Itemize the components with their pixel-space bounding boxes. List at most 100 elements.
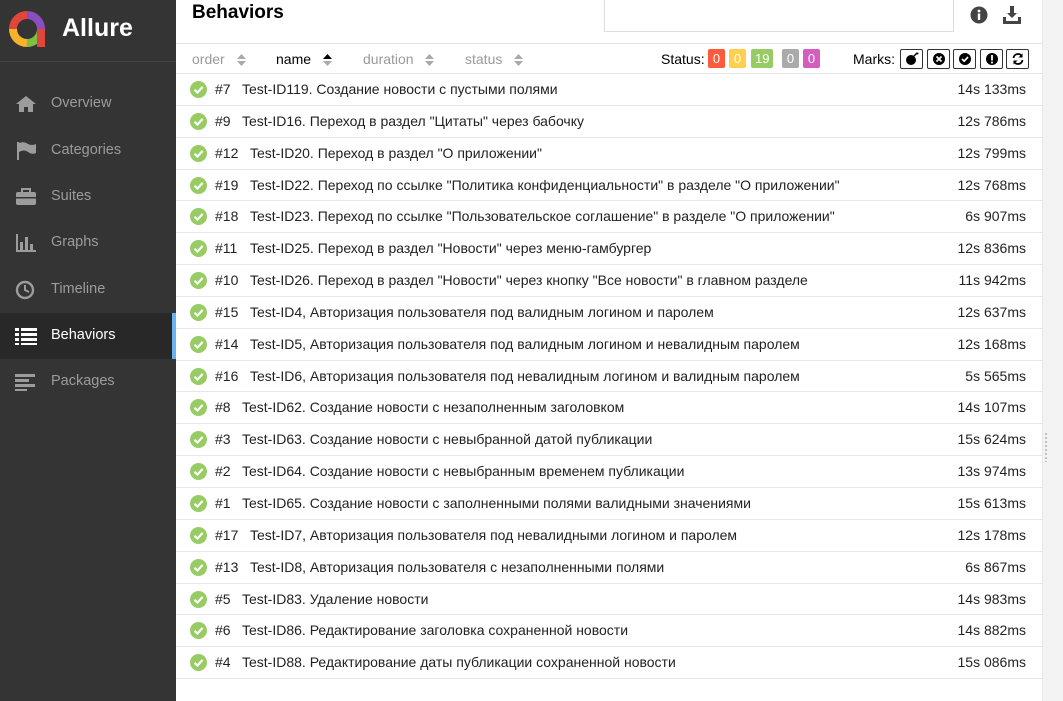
sidebar-item-graphs[interactable]: Graphs (0, 220, 176, 266)
brand[interactable]: Allure (0, 0, 176, 62)
passed-icon (190, 558, 207, 576)
sidebar-item-categories[interactable]: Categories (0, 128, 176, 174)
new-broken-icon (986, 53, 998, 65)
test-row[interactable]: #4 Test-ID88. Редактирование даты публика… (176, 647, 1042, 680)
test-row[interactable]: #13 Test-ID8, Авторизация пользователя с … (176, 552, 1042, 584)
allure-report-app: Allure Overview Categories Suites Graphs… (0, 0, 1063, 701)
status-failed-badge[interactable]: 0 (708, 49, 725, 68)
test-duration: 15s 613ms (957, 494, 1026, 511)
splitter-rail (1042, 0, 1063, 701)
test-duration: 12s 836ms (957, 240, 1026, 257)
passed-icon (190, 367, 207, 385)
test-duration: 14s 882ms (957, 622, 1026, 639)
mark-new-broken-button[interactable] (980, 49, 1003, 69)
passed-icon (190, 463, 207, 481)
sidebar-item-overview[interactable]: Overview (0, 81, 176, 127)
test-order-number: #12 (215, 144, 239, 161)
sort-by-status[interactable]: status (465, 51, 524, 67)
mark-new-passed-button[interactable] (953, 49, 976, 69)
sort-by-duration[interactable]: duration (363, 51, 435, 67)
test-order-number: #8 (215, 399, 231, 416)
info-icon[interactable] (970, 6, 988, 24)
passed-icon (190, 176, 207, 194)
passed-icon (190, 144, 207, 162)
test-order-number: #9 (215, 112, 231, 129)
sidebar-item-label: Timeline (51, 281, 106, 297)
test-row[interactable]: #7 Test-ID119. Создание новости с пустыми… (176, 74, 1042, 106)
test-row[interactable]: #9 Test-ID16. Переход в раздел "Цитаты" ч… (176, 106, 1042, 138)
align-left-icon (15, 374, 35, 391)
status-unknown-badge[interactable]: 0 (803, 49, 820, 68)
status-skipped-badge[interactable]: 0 (782, 49, 799, 68)
sort-label: duration (363, 51, 414, 67)
app-title: Allure (62, 14, 133, 42)
passed-icon (190, 590, 207, 608)
test-name: Test-ID26. Переход в раздел "Новости" че… (250, 272, 808, 289)
sidebar: Allure Overview Categories Suites Graphs… (0, 0, 176, 701)
test-row[interactable]: #2 Test-ID64. Создание новости с невыбран… (176, 456, 1042, 488)
test-name: Test-ID16. Переход в раздел "Цитаты" чер… (242, 112, 585, 129)
test-row[interactable]: #17 Test-ID7, Авторизация пользователя по… (176, 520, 1042, 552)
test-duration: 14s 133ms (957, 81, 1026, 97)
marks-filter-label: Marks: (853, 51, 895, 67)
test-row[interactable]: #6 Test-ID86. Редактирование заголовка со… (176, 615, 1042, 648)
status-passed-badge[interactable]: 19 (751, 49, 774, 68)
test-row[interactable]: #10 Test-ID26. Переход в раздел "Новости"… (176, 265, 1042, 297)
mark-flaky-button[interactable] (900, 49, 923, 69)
passed-icon (190, 272, 207, 290)
test-row[interactable]: #5 Test-ID83. Удаление новости 14s 983ms (176, 584, 1042, 616)
test-row[interactable]: #15 Test-ID4, Авторизация пользователя по… (176, 297, 1042, 329)
test-row[interactable]: #3 Test-ID63. Создание новости с невыбран… (176, 424, 1042, 457)
test-row[interactable]: #1 Test-ID65. Создание новости с заполнен… (176, 488, 1042, 520)
test-name: Test-ID6, Авторизация пользователя под н… (250, 367, 800, 384)
test-row[interactable]: #16 Test-ID6, Авторизация пользователя по… (176, 361, 1042, 393)
sort-by-order[interactable]: order (192, 51, 246, 67)
test-duration: 11s 942ms (958, 272, 1026, 289)
test-duration: 12s 637ms (957, 303, 1026, 320)
test-duration: 14s 983ms (957, 590, 1026, 607)
test-row[interactable]: #18 Test-ID23. Переход по ссылке "Пользов… (176, 201, 1042, 234)
test-name: Test-ID8, Авторизация пользователя с нез… (250, 558, 665, 575)
download-icon[interactable] (1002, 5, 1022, 25)
mark-new-failed-button[interactable] (927, 49, 950, 69)
test-duration: 12s 799ms (957, 144, 1026, 161)
sidebar-item-label: Behaviors (51, 327, 116, 343)
mark-retries-button[interactable] (1006, 49, 1029, 69)
pane-resize-handle[interactable] (1044, 432, 1048, 462)
sidebar-item-packages[interactable]: Packages (0, 359, 176, 405)
test-duration: 12s 786ms (957, 112, 1026, 129)
status-broken-badge[interactable]: 0 (729, 49, 746, 68)
test-order-number: #6 (215, 622, 231, 639)
page-title: Behaviors (192, 2, 284, 23)
sidebar-item-label: Packages (51, 373, 115, 389)
test-name: Test-ID83. Удаление новости (242, 590, 429, 607)
new-passed-icon (959, 53, 971, 65)
test-name: Test-ID25. Переход в раздел "Новости" че… (250, 240, 652, 257)
test-row[interactable]: #19 Test-ID22. Переход по ссылке "Политик… (176, 170, 1042, 202)
status-filter-label: Status: (661, 51, 705, 67)
sidebar-item-suites[interactable]: Suites (0, 174, 176, 220)
new-failed-icon (933, 53, 945, 65)
sort-icon (236, 54, 246, 66)
passed-icon (190, 431, 207, 449)
test-order-number: #14 (215, 335, 239, 352)
test-order-number: #15 (215, 303, 239, 320)
sidebar-item-label: Categories (51, 142, 122, 158)
sidebar-item-timeline[interactable]: Timeline (0, 267, 176, 313)
sidebar-item-label: Suites (51, 188, 92, 204)
test-row[interactable]: #8 Test-ID62. Создание новости с незаполн… (176, 392, 1042, 425)
test-order-number: #4 (215, 654, 231, 671)
test-row[interactable]: #14 Test-ID5, Авторизация пользователя по… (176, 329, 1042, 361)
passed-icon (190, 399, 207, 417)
test-order-number: #7 (215, 81, 231, 97)
search-input[interactable] (604, 0, 954, 32)
test-duration: 12s 768ms (957, 176, 1026, 193)
bar-chart-icon (16, 234, 36, 252)
test-duration: 15s 624ms (957, 431, 1026, 448)
main-pane: Behaviors order name duration status Sta… (176, 0, 1042, 701)
sidebar-item-behaviors[interactable]: Behaviors (0, 313, 176, 359)
test-row[interactable]: #12 Test-ID20. Переход в раздел "О прилож… (176, 138, 1042, 170)
flaky-icon (906, 52, 919, 65)
sort-by-name[interactable]: name (276, 51, 332, 67)
test-row[interactable]: #11 Test-ID25. Переход в раздел "Новости"… (176, 233, 1042, 266)
